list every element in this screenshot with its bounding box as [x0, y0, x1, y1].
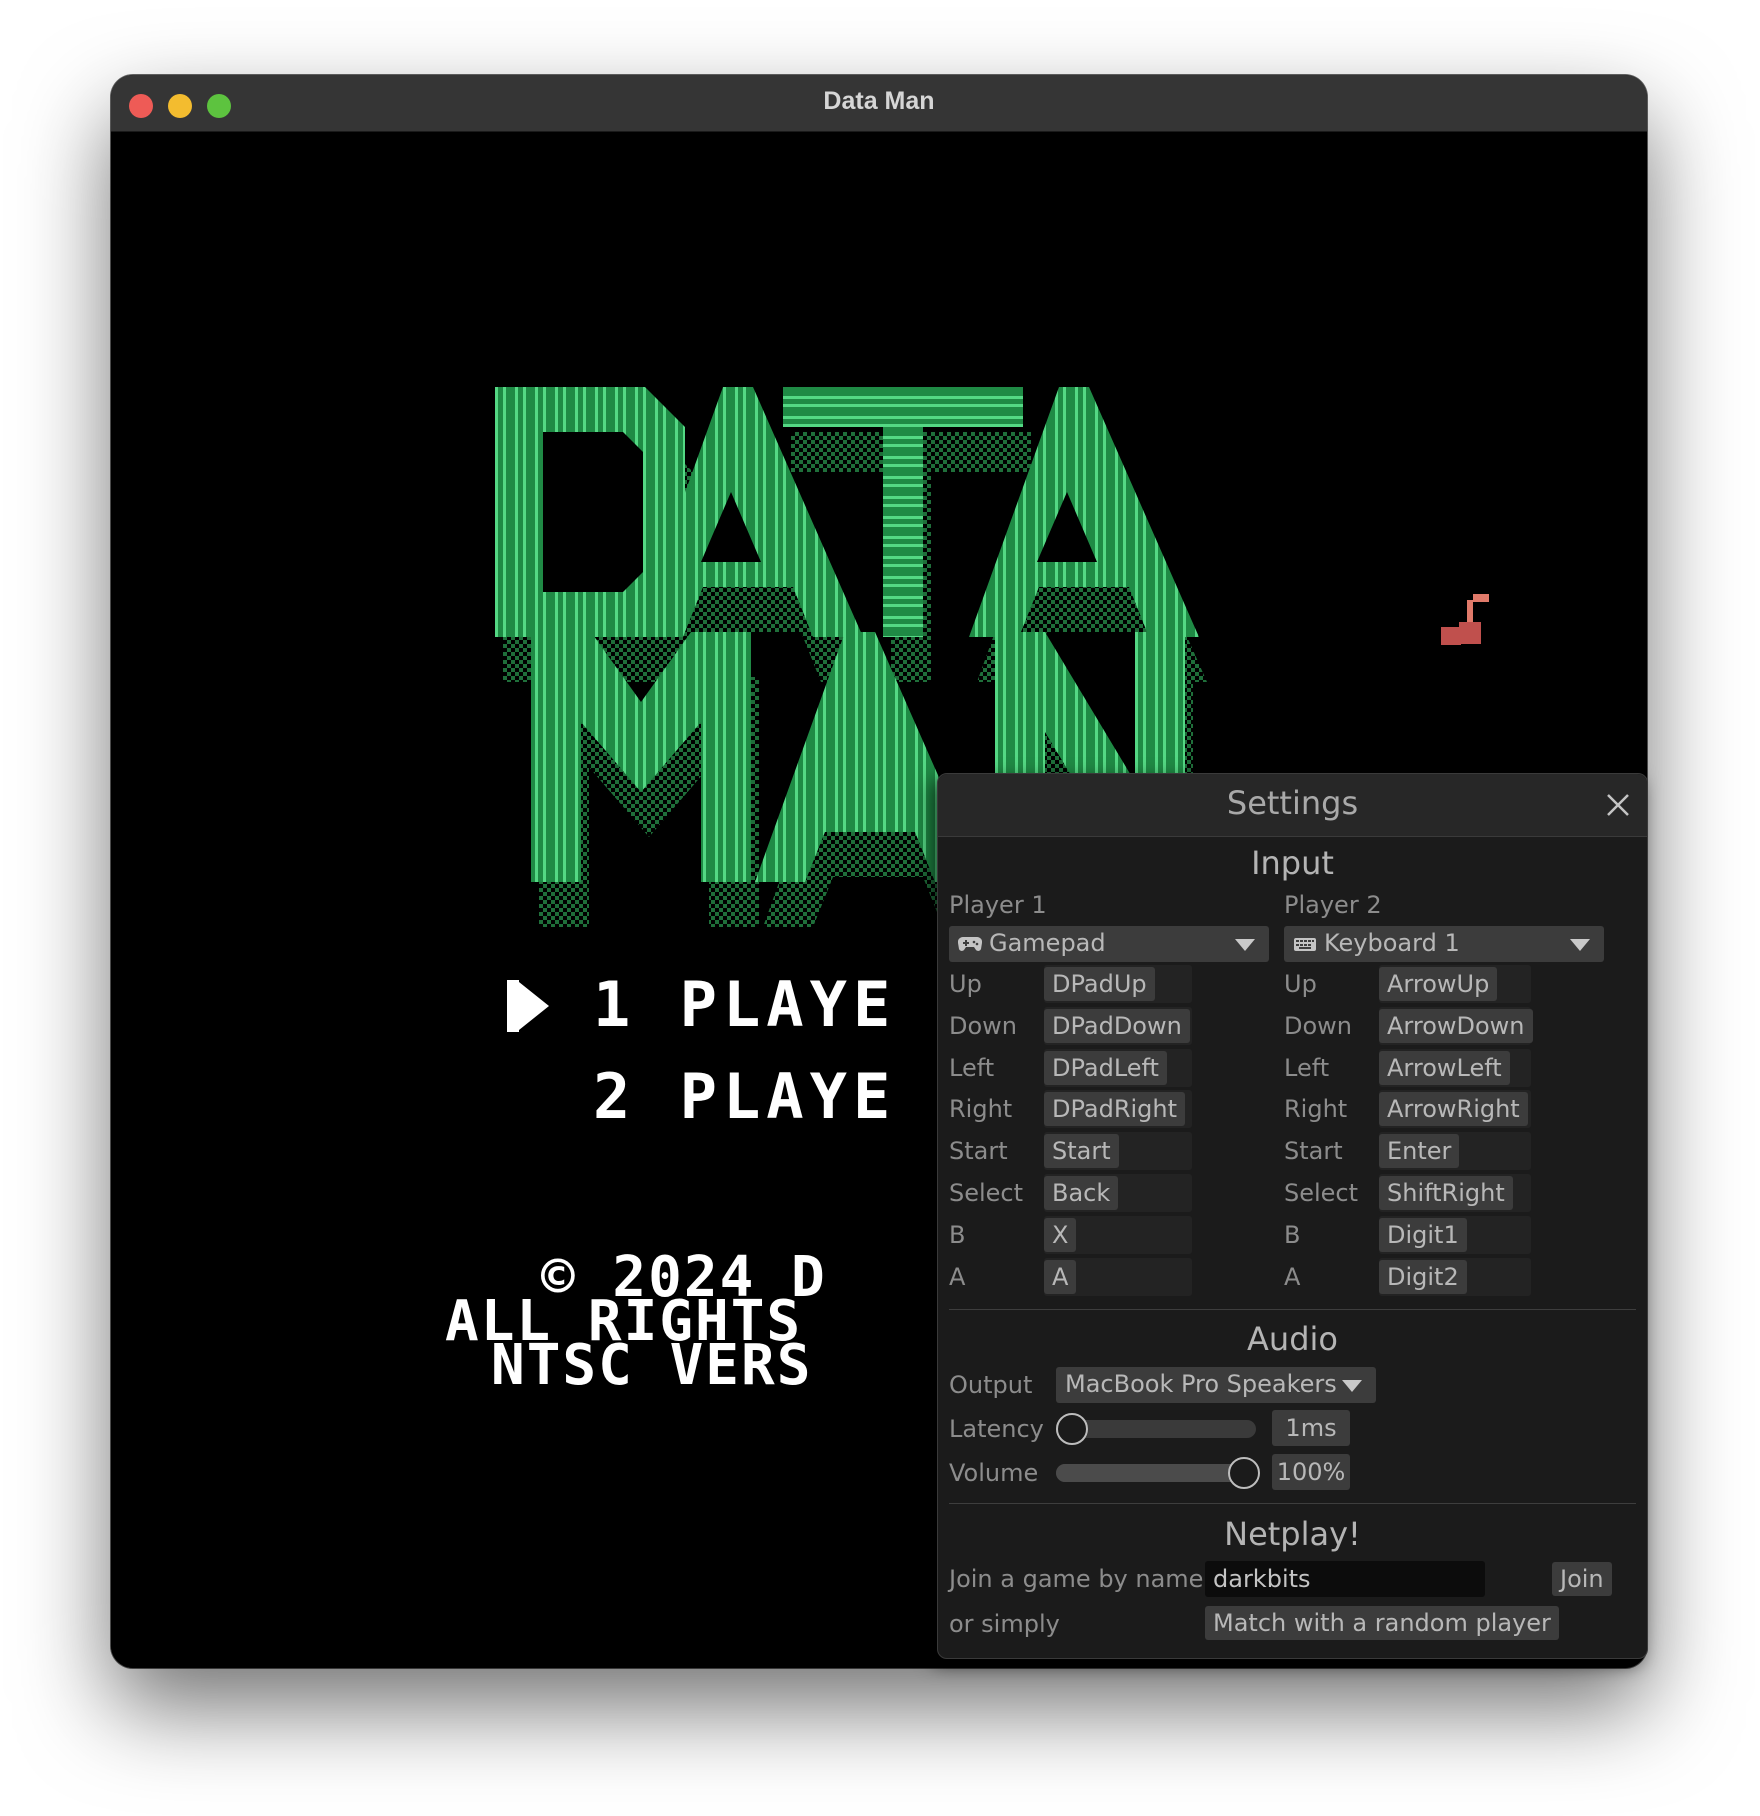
- player1-action-label: Select: [949, 1179, 1024, 1207]
- audio-output-value: MacBook Pro Speakers: [1065, 1370, 1337, 1398]
- player1-binding-button[interactable]: DPadDown: [1044, 1008, 1190, 1043]
- player2-action-label: Down: [1284, 1011, 1353, 1040]
- join-by-name-label: Join a game by name: [949, 1565, 1204, 1593]
- gamepad-icon: [958, 936, 982, 951]
- player2-binding-button[interactable]: ArrowRight: [1379, 1092, 1528, 1127]
- settings-panel: Settings Input Player 1 Player 2 Gamepad…: [937, 773, 1648, 1659]
- menu-option-2-player[interactable]: 2 PLAYE: [593, 1066, 896, 1128]
- player1-binding-button[interactable]: DPadUp: [1044, 967, 1155, 1001]
- settings-header: Settings: [938, 774, 1647, 837]
- output-label: Output: [949, 1371, 1033, 1399]
- volume-slider-handle[interactable]: [1228, 1457, 1260, 1489]
- player2-action-label: Right: [1284, 1095, 1348, 1124]
- window-title: Data Man: [823, 87, 935, 115]
- volume-value[interactable]: 100%: [1272, 1454, 1350, 1490]
- player1-action-label: Start: [949, 1137, 1008, 1166]
- chevron-down-icon: [1235, 939, 1255, 951]
- player1-label: Player 1: [949, 891, 1047, 919]
- player1-action-label: Left: [949, 1053, 995, 1082]
- volume-slider-fill: [1056, 1464, 1242, 1482]
- menu-option-1-player[interactable]: 1 PLAYE: [593, 974, 896, 1036]
- player2-label: Player 2: [1284, 891, 1382, 919]
- player1-binding-button[interactable]: DPadLeft: [1044, 1050, 1167, 1085]
- player1-device-value: Gamepad: [989, 929, 1106, 957]
- volume-label: Volume: [949, 1459, 1039, 1487]
- audio-section-title: Audio: [1247, 1320, 1338, 1358]
- join-button[interactable]: Join: [1552, 1562, 1612, 1596]
- game-name-input[interactable]: darkbits: [1205, 1561, 1485, 1597]
- player1-binding-button[interactable]: X: [1044, 1217, 1077, 1252]
- player1-action-label: Right: [949, 1095, 1013, 1124]
- latency-label: Latency: [949, 1415, 1044, 1443]
- player2-action-label: Select: [1284, 1179, 1359, 1207]
- latency-value[interactable]: 1ms: [1272, 1410, 1350, 1446]
- player2-binding-button[interactable]: ArrowLeft: [1379, 1050, 1510, 1085]
- netplay-section-title: Netplay!: [1224, 1515, 1361, 1553]
- player2-binding-button[interactable]: ShiftRight: [1379, 1176, 1513, 1210]
- title-bar: Data Man: [111, 75, 1647, 132]
- or-simply-label: or simply: [949, 1610, 1060, 1638]
- player1-binding-button[interactable]: DPadRight: [1044, 1092, 1186, 1127]
- player2-device-value: Keyboard 1: [1324, 929, 1460, 957]
- player2-binding-button[interactable]: ArrowUp: [1379, 967, 1498, 1001]
- latency-slider-handle[interactable]: [1056, 1413, 1088, 1445]
- player1-binding-button[interactable]: Start: [1044, 1134, 1119, 1169]
- player1-action-label: A: [949, 1262, 966, 1291]
- player1-binding-button[interactable]: Back: [1044, 1176, 1119, 1210]
- input-section-title: Input: [1251, 844, 1334, 882]
- player2-device-select[interactable]: Keyboard 1: [1284, 926, 1604, 962]
- close-icon[interactable]: [1603, 790, 1633, 820]
- menu-cursor-icon: [507, 980, 549, 1032]
- volume-slider[interactable]: [1056, 1457, 1260, 1489]
- player2-action-label: Left: [1284, 1053, 1330, 1082]
- player2-action-label: A: [1284, 1262, 1301, 1291]
- section-divider: [949, 1309, 1636, 1310]
- section-divider: [949, 1503, 1636, 1504]
- chevron-down-icon: [1570, 939, 1590, 951]
- player2-binding-button[interactable]: ArrowDown: [1379, 1008, 1533, 1043]
- player2-action-label: Up: [1284, 970, 1317, 998]
- player1-action-label: Up: [949, 970, 982, 998]
- chevron-down-icon: [1342, 1380, 1362, 1392]
- copyright-line-3: NTSC VERS: [491, 1333, 813, 1398]
- player1-binding-button[interactable]: A: [1044, 1259, 1077, 1294]
- match-random-player-button[interactable]: Match with a random player: [1205, 1606, 1559, 1640]
- player2-action-label: B: [1284, 1220, 1301, 1249]
- player2-binding-button[interactable]: Enter: [1379, 1134, 1460, 1169]
- settings-title: Settings: [1226, 784, 1359, 822]
- player1-action-label: Down: [949, 1011, 1018, 1040]
- latency-slider[interactable]: [1056, 1413, 1256, 1445]
- audio-output-select[interactable]: MacBook Pro Speakers: [1056, 1367, 1376, 1403]
- keyboard-icon: [1294, 938, 1316, 951]
- player1-device-select[interactable]: Gamepad: [949, 926, 1269, 962]
- player2-binding-button[interactable]: Digit1: [1379, 1217, 1467, 1252]
- player2-binding-button[interactable]: Digit2: [1379, 1259, 1467, 1294]
- player2-action-label: Start: [1284, 1137, 1343, 1166]
- player1-action-label: B: [949, 1220, 966, 1249]
- cherry-sprite: [1441, 594, 1489, 645]
